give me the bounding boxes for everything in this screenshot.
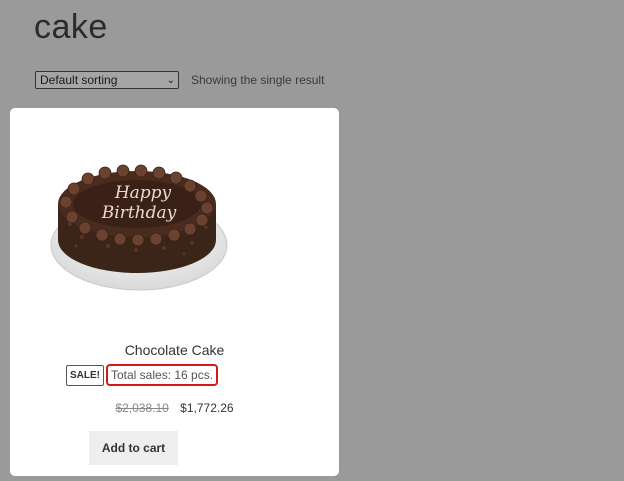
price: $2,038.10 $1,772.26 [10,401,339,415]
sale-badge: SALE! [66,365,104,386]
add-to-cart-button[interactable]: Add to cart [89,431,178,465]
cake-writing-line1: Happy [114,183,172,203]
original-price: $2,038.10 [115,401,169,415]
shop-toolbar: Default sorting ⌄ Showing the single res… [35,71,324,89]
result-count: Showing the single result [191,73,325,87]
product-card: Happy Birthday Chocolate Cake SALE! Tota… [10,108,339,476]
total-sales-label: Total sales: 16 pcs. [106,364,219,386]
product-title[interactable]: Chocolate Cake [10,342,339,358]
chevron-down-icon: ⌄ [166,74,175,86]
sort-select[interactable]: Default sorting ⌄ [35,71,179,89]
sort-select-value: Default sorting [40,73,118,87]
sale-price: $1,772.26 [180,401,234,415]
page-title: cake [34,8,108,46]
cake-writing-line2: Birthday [101,203,177,223]
product-image[interactable]: Happy Birthday [50,142,230,292]
